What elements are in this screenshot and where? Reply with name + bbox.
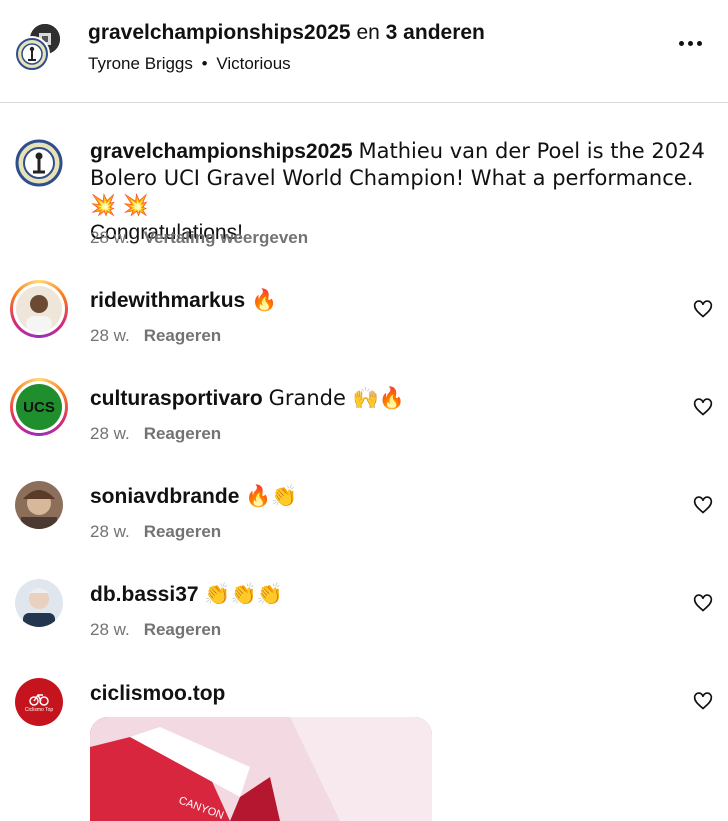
more-options-icon[interactable] — [676, 28, 706, 58]
ridewithmarkus-avatar — [16, 286, 62, 332]
comment-username[interactable]: ridewithmarkus — [90, 289, 245, 312]
subtitle-separator: • — [201, 54, 208, 73]
comment-text: ridewithmarkus 🔥 — [90, 287, 277, 314]
reply-button[interactable]: Reageren — [144, 620, 221, 639]
audio-author[interactable]: Tyrone Briggs — [88, 54, 193, 73]
reply-button[interactable]: Reageren — [144, 424, 221, 443]
ucs-logo-text: UCS — [23, 398, 55, 416]
caption-meta: 28 w. Vertaling weergeven — [90, 228, 308, 248]
reply-button[interactable]: Reageren — [144, 326, 221, 345]
collab-avatars[interactable] — [14, 22, 66, 74]
bike-icon — [29, 693, 49, 706]
gravelchampionships-avatar — [14, 36, 50, 72]
comment-time: 28 w. — [90, 620, 130, 639]
comment-text: ciclismoo.top — [90, 680, 225, 707]
comment-meta: 28 w. Reageren — [90, 522, 221, 542]
comment-body: 🔥👏 — [245, 484, 298, 508]
comment-media-image[interactable]: CANYON — [90, 717, 432, 821]
caption-avatar[interactable] — [14, 138, 64, 188]
reply-button[interactable]: Reageren — [144, 522, 221, 541]
post-subtitle: Tyrone Briggs • Victorious — [88, 54, 291, 74]
post-header: gravelchampionships2025 en 3 anderen Tyr… — [0, 0, 728, 103]
post-title: gravelchampionships2025 en 3 anderen — [88, 21, 485, 45]
ciclismoo-logo-text: Ciclismo Top — [24, 706, 54, 713]
culturasportivaro-avatar: UCS — [16, 384, 62, 430]
comment-time: 28 w. — [90, 522, 130, 541]
comment-meta: 28 w. Reageren — [90, 424, 221, 444]
comment-username[interactable]: ciclismoo.top — [90, 682, 225, 705]
comment-body: Grande 🙌🔥 — [268, 386, 405, 410]
comment-text: db.bassi37 👏👏👏 — [90, 581, 283, 608]
caption-time: 28 w. — [90, 228, 130, 247]
db-bassi37-avatar[interactable] — [15, 579, 63, 627]
comment-meta: 28 w. Reageren — [90, 326, 221, 346]
comment-body: 🔥 — [251, 288, 278, 312]
like-heart-icon[interactable] — [693, 299, 713, 319]
caption-username[interactable]: gravelchampionships2025 — [90, 140, 353, 163]
like-heart-icon[interactable] — [693, 593, 713, 613]
audio-title[interactable]: Victorious — [216, 54, 290, 73]
comment-time: 28 w. — [90, 424, 130, 443]
story-ring[interactable]: UCS — [10, 378, 68, 436]
comment-username[interactable]: db.bassi37 — [90, 583, 199, 606]
like-heart-icon[interactable] — [693, 397, 713, 417]
comment-username[interactable]: culturasportivaro — [90, 387, 263, 410]
others-link[interactable]: 3 anderen — [386, 21, 485, 44]
comment-text: culturasportivaro Grande 🙌🔥 — [90, 385, 405, 412]
ciclismoo-avatar[interactable]: Ciclismo Top — [15, 678, 63, 726]
translate-link[interactable]: Vertaling weergeven — [144, 228, 308, 247]
soniavdbrande-avatar[interactable] — [15, 481, 63, 529]
comment-text: soniavdbrande 🔥👏 — [90, 483, 298, 510]
comment-body: 👏👏👏 — [204, 582, 283, 606]
story-ring[interactable] — [10, 280, 68, 338]
title-joiner: en — [356, 21, 380, 44]
owner-username[interactable]: gravelchampionships2025 — [88, 21, 351, 44]
like-heart-icon[interactable] — [693, 495, 713, 515]
comment-meta: 28 w. Reageren — [90, 620, 221, 640]
comment-username[interactable]: soniavdbrande — [90, 485, 239, 508]
like-heart-icon[interactable] — [693, 691, 713, 711]
comment-time: 28 w. — [90, 326, 130, 345]
